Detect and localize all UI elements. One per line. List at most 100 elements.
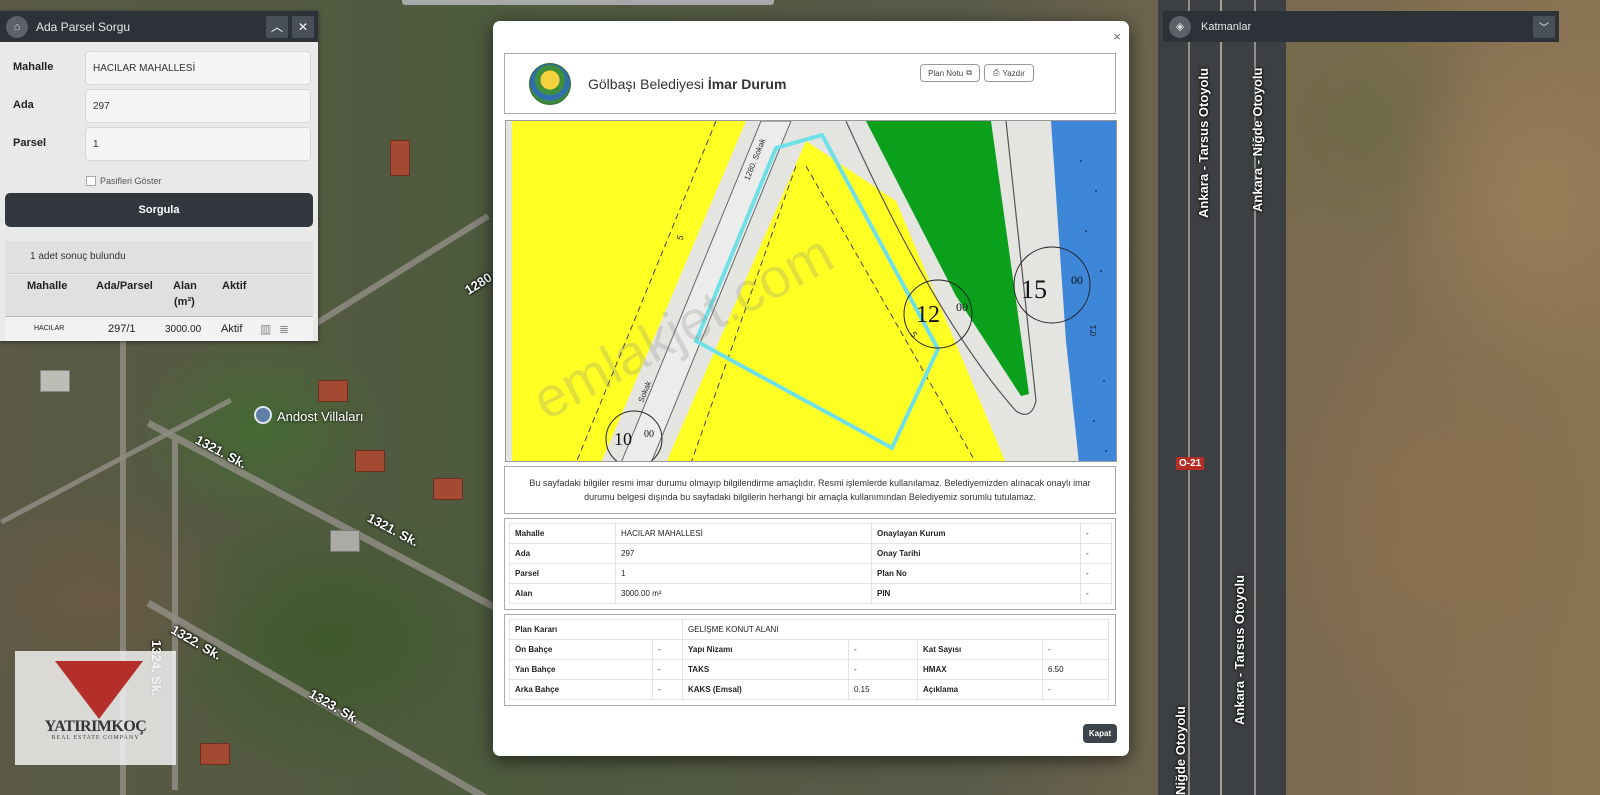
highway-lane xyxy=(1188,0,1190,795)
dimension-label: 0.1 xyxy=(1089,324,1098,336)
home-icon: ⌂ xyxy=(6,15,28,38)
table-row: Mahalle HACILAR MAHALLESİ Onaylayan Kuru… xyxy=(509,523,1112,544)
cell-key: HMAX xyxy=(917,659,1043,680)
map-building xyxy=(390,140,410,176)
printer-icon: ⎙ xyxy=(993,68,1000,77)
top-drag-handle[interactable] xyxy=(402,0,774,5)
yazdir-button[interactable]: ⎙ Yazdır xyxy=(984,64,1034,82)
cell-key: PIN xyxy=(871,583,1081,604)
pasif-label: Pasifleri Göster xyxy=(100,176,162,186)
map-view-icon[interactable]: ▥ xyxy=(260,322,271,336)
ada-input[interactable]: 297 xyxy=(85,89,311,123)
cell-value: 297 xyxy=(615,543,872,564)
table-row: Ada 297 Onay Tarihi - xyxy=(509,543,1112,564)
mahalle-label: Mahalle xyxy=(13,61,54,73)
table-row: Alan 3000.00 m² PIN - xyxy=(509,583,1112,604)
parsel-row: Parsel 1 xyxy=(0,127,318,163)
cell-value: GELİŞME KONUT ALANI xyxy=(682,619,1109,640)
zoning-plan-image[interactable]: 10 00 12 00 15 00 1280. Sokak Sokak 5 5 … xyxy=(505,120,1117,462)
row-alan: 3000.00 xyxy=(165,324,202,335)
cell-key: Plan No xyxy=(871,563,1081,584)
table-row: Parsel 1 Plan No - xyxy=(509,563,1112,584)
company-logo: YATIRIMKOÇ REAL ESTATE COMPANY xyxy=(15,651,176,765)
mahalle-input[interactable]: HACILAR MAHALLESİ xyxy=(85,51,311,85)
plan-decision-table: Plan Kararı GELİŞME KONUT ALANI Ön Bahçe… xyxy=(504,614,1116,706)
row-mahalle: HACILAR xyxy=(34,325,65,332)
col-alan-unit: (m²) xyxy=(174,296,195,308)
cell-value: - xyxy=(652,679,683,700)
poi-marker-icon[interactable] xyxy=(254,406,272,424)
table-row: Ön Bahçe - Yapı Nizamı - Kat Sayısı - xyxy=(509,639,1109,660)
pasif-toggle[interactable]: Pasifleri Göster xyxy=(86,176,162,186)
map-building xyxy=(355,450,385,472)
panel-header[interactable]: ⌂ Ada Parsel Sorgu ︿ ✕ xyxy=(0,11,318,42)
mahalle-row: Mahalle HACILAR MAHALLESİ xyxy=(0,51,318,87)
cell-value: - xyxy=(652,659,683,680)
parcel-query-panel: ⌂ Ada Parsel Sorgu ︿ ✕ Mahalle HACILAR M… xyxy=(0,11,318,341)
cell-key: Kat Sayısı xyxy=(917,639,1043,660)
poi-label: Andost Villaları xyxy=(277,409,364,424)
chevron-down-icon: ﹀ xyxy=(1539,23,1549,34)
cell-key: Onay Tarihi xyxy=(871,543,1081,564)
plan-notu-button[interactable]: Plan Notu ⧉ xyxy=(920,64,980,82)
imar-durum-modal: × Gölbaşı Belediyesi İmar Durum Plan Not… xyxy=(493,21,1129,756)
parcel-info-grid: Mahalle HACILAR MAHALLESİ Onaylayan Kuru… xyxy=(509,523,1112,604)
cell-value: 1 xyxy=(615,563,872,584)
panel-title: Ada Parsel Sorgu xyxy=(36,19,131,34)
table-row: Plan Kararı GELİŞME KONUT ALANI xyxy=(509,619,1109,640)
cell-value: - xyxy=(848,659,918,680)
cell-key: Mahalle xyxy=(509,523,616,544)
block-number: 10 xyxy=(614,429,632,449)
yazdir-label: Yazdır xyxy=(1002,68,1025,78)
parsel-input[interactable]: 1 xyxy=(85,127,311,161)
plan-decision-grid: Plan Kararı GELİŞME KONUT ALANI Ön Bahçe… xyxy=(509,619,1109,700)
row-ada-parsel: 297/1 xyxy=(108,323,136,335)
block-sub: 00 xyxy=(644,429,654,440)
col-ada-parsel: Ada/Parsel xyxy=(96,280,153,292)
database-icon[interactable]: ≣ xyxy=(279,322,289,336)
cell-key: Açıklama xyxy=(917,679,1043,700)
expand-layers-button[interactable]: ﹀ xyxy=(1533,15,1555,38)
map-building xyxy=(433,478,463,500)
cell-key: Onaylayan Kurum xyxy=(871,523,1081,544)
cell-value: - xyxy=(1080,523,1112,544)
layers-title: Katmanlar xyxy=(1201,20,1252,33)
modal-close-button[interactable]: × xyxy=(1113,29,1121,44)
layers-icon: ◈ xyxy=(1169,15,1191,38)
table-row: Arka Bahçe - KAKS (Emsal) 0.15 Açıklama … xyxy=(509,679,1109,700)
cell-value: 0.15 xyxy=(848,679,918,700)
cell-value: - xyxy=(1080,583,1112,604)
sorgula-button[interactable]: Sorgula xyxy=(5,193,313,227)
layers-panel[interactable]: ◈ Katmanlar ﹀ xyxy=(1163,11,1559,42)
map-building xyxy=(318,380,348,402)
cell-key: Yapı Nizamı xyxy=(682,639,849,660)
cell-key: Plan Kararı xyxy=(509,619,683,640)
logo-name: YATIRIMKOÇ xyxy=(44,718,147,735)
collapse-button[interactable]: ︿ xyxy=(266,15,288,38)
pasif-checkbox[interactable] xyxy=(86,176,96,186)
kapat-button[interactable]: Kapat xyxy=(1083,724,1117,743)
cell-value: 3000.00 m² xyxy=(615,583,872,604)
logo-mark xyxy=(55,661,143,719)
plan-notu-label: Plan Notu xyxy=(928,68,964,78)
ada-row: Ada 297 xyxy=(0,89,318,125)
parsel-label: Parsel xyxy=(13,137,47,149)
municipality-emblem-icon xyxy=(529,63,571,105)
table-row: Yan Bahçe - TAKS - HMAX 6.50 xyxy=(509,659,1109,680)
block-number: 12 xyxy=(916,302,940,328)
map-building xyxy=(200,743,230,765)
cell-key: Arka Bahçe xyxy=(509,679,653,700)
zoning-plan-drawing: 10 00 12 00 15 00 1280. Sokak Sokak 5 5 … xyxy=(506,121,1116,461)
row-aktif: Aktif xyxy=(221,323,243,335)
highway-label: Niğde Otoyolu xyxy=(1173,706,1188,795)
table-row[interactable]: HACILAR 297/1 3000.00 Aktif ▥ ≣ xyxy=(5,317,313,341)
title-bold: İmar Durum xyxy=(707,76,787,92)
logo-subtitle: REAL ESTATE COMPANY xyxy=(51,735,140,741)
cell-key: Alan xyxy=(509,583,616,604)
highway-divider xyxy=(1220,0,1222,795)
close-panel-button[interactable]: ✕ xyxy=(292,15,314,38)
road-shield: O-21 xyxy=(1176,457,1205,470)
external-link-icon: ⧉ xyxy=(966,68,972,77)
modal-header: Gölbaşı Belediyesi İmar Durum Plan Notu … xyxy=(504,53,1116,114)
cell-key: Yan Bahçe xyxy=(509,659,653,680)
